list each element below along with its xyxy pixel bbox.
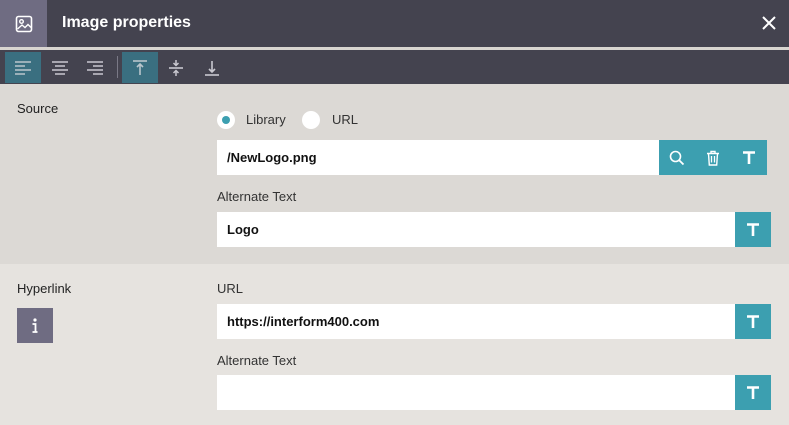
- text-icon: [747, 314, 759, 328]
- valign-top-button[interactable]: [122, 52, 158, 83]
- hyperlink-alt-label: Alternate Text: [217, 353, 297, 368]
- image-icon: [0, 0, 47, 47]
- hyperlink-url-label: URL: [217, 281, 244, 296]
- dialog-header: Image properties: [0, 0, 789, 47]
- trash-icon: [707, 150, 719, 166]
- path-text-button[interactable]: [731, 140, 767, 175]
- align-left-icon: [15, 60, 31, 75]
- text-icon: [747, 385, 759, 399]
- text-icon: [743, 150, 755, 164]
- valign-middle-button[interactable]: [158, 52, 194, 83]
- hyperlink-label: Hyperlink: [17, 281, 72, 296]
- close-icon: [762, 16, 776, 30]
- hyperlink-url-text-button[interactable]: [735, 304, 771, 339]
- source-alt-label: Alternate Text: [217, 189, 297, 204]
- valign-middle-icon: [169, 59, 183, 76]
- valign-top-icon: [133, 59, 147, 75]
- hyperlink-info-button[interactable]: [17, 308, 53, 343]
- image-path-input[interactable]: [217, 140, 659, 175]
- info-icon: [32, 317, 38, 333]
- align-left-button[interactable]: [5, 52, 41, 83]
- close-button[interactable]: [755, 9, 783, 37]
- hyperlink-alt-text-input[interactable]: [217, 375, 735, 410]
- align-right-button[interactable]: [77, 52, 113, 83]
- search-icon: [669, 150, 685, 165]
- align-center-button[interactable]: [42, 52, 78, 83]
- valign-bottom-icon: [205, 60, 219, 76]
- hyperlink-alt-text-button[interactable]: [735, 375, 771, 410]
- toolbar-separator: [117, 56, 118, 78]
- hyperlink-url-input[interactable]: [217, 304, 735, 339]
- source-alt-text-input[interactable]: [217, 212, 735, 247]
- valign-bottom-button[interactable]: [194, 52, 230, 83]
- library-radio-label: Library: [246, 112, 286, 127]
- browse-button[interactable]: [659, 140, 695, 175]
- url-radio[interactable]: [302, 111, 320, 129]
- dialog-title: Image properties: [62, 14, 191, 31]
- alignment-toolbar: [0, 50, 789, 84]
- delete-button[interactable]: [695, 140, 731, 175]
- source-label: Source: [17, 101, 59, 116]
- align-center-icon: [52, 60, 68, 75]
- url-radio-label: URL: [332, 112, 359, 127]
- library-radio[interactable]: [217, 111, 235, 129]
- source-alt-text-button[interactable]: [735, 212, 771, 247]
- text-icon: [747, 222, 759, 236]
- align-right-icon: [87, 60, 103, 75]
